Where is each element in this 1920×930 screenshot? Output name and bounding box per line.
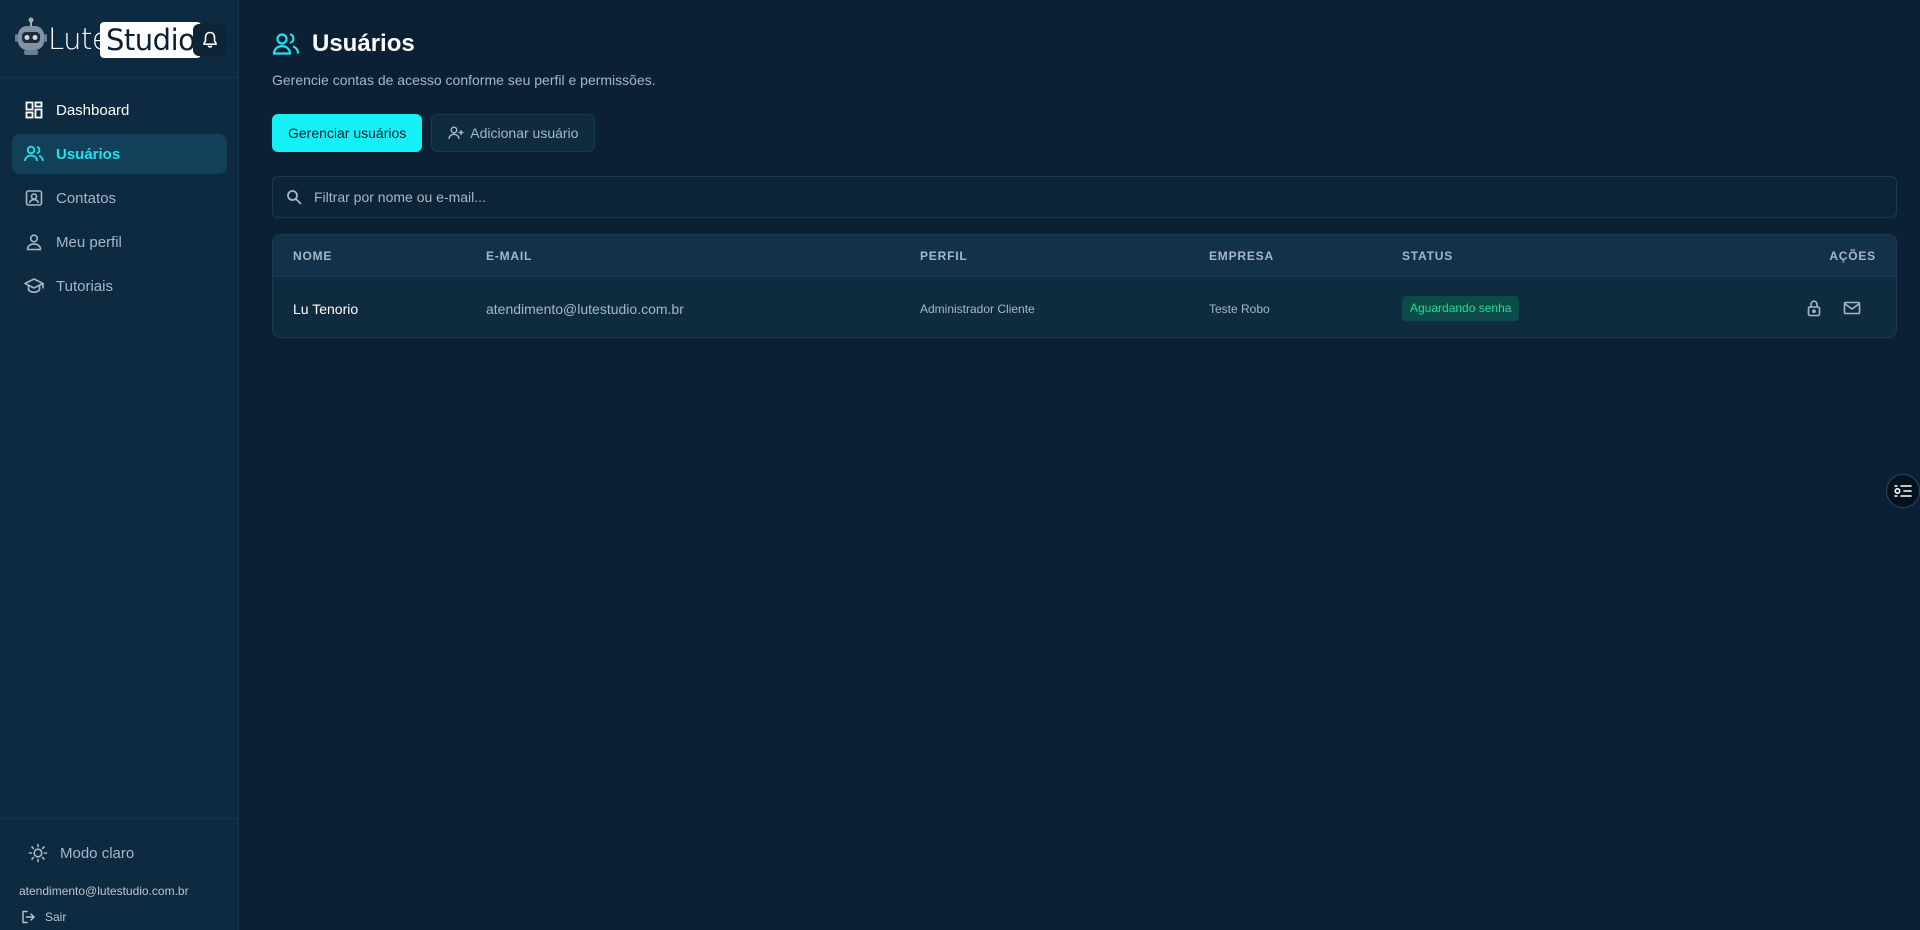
- sidebar-item-profile[interactable]: Meu perfil: [12, 222, 227, 262]
- table-header: NOME E-MAIL PERFIL EMPRESA STATUS AÇÕES: [273, 235, 1896, 277]
- bell-icon: [203, 31, 217, 48]
- logout-label: Sair: [45, 910, 67, 924]
- column-header-company: EMPRESA: [1209, 249, 1274, 263]
- page-title: Usuários: [312, 30, 415, 57]
- column-header-name: NOME: [293, 249, 333, 263]
- light-mode-label: Modo claro: [60, 844, 135, 862]
- tab-manage-users[interactable]: Gerenciar usuários: [272, 114, 423, 152]
- tab-add-user[interactable]: Adicionar usuário: [431, 114, 596, 152]
- sidebar-item-label: Dashboard: [56, 101, 130, 119]
- users-icon: [272, 33, 300, 55]
- search-input[interactable]: [314, 189, 1864, 205]
- floating-accessibility-button[interactable]: [1886, 474, 1920, 508]
- cell-email: atendimento@lutestudio.com.br: [486, 301, 684, 317]
- column-header-actions: AÇÕES: [1829, 249, 1876, 263]
- user-tabs: Gerenciar usuários Adicionar usuário: [272, 114, 596, 152]
- sun-icon: [28, 843, 48, 863]
- page-subtitle: Gerencie contas de acesso conforme seu p…: [272, 72, 656, 88]
- search-bar: [272, 176, 1897, 218]
- sidebar: Lute Studio Dashboard Usuários Contatos: [0, 0, 239, 930]
- contacts-icon: [24, 188, 44, 208]
- page-header: Usuários: [272, 30, 415, 58]
- sidebar-item-label: Contatos: [56, 189, 117, 207]
- sidebar-bottom-divider: [0, 818, 239, 819]
- cell-company: Teste Robo: [1209, 302, 1270, 316]
- table-row[interactable]: Lu Tenorio atendimento@lutestudio.com.br…: [273, 277, 1896, 337]
- search-icon: [287, 190, 302, 205]
- send-email-button[interactable]: [1841, 297, 1863, 319]
- column-header-status: STATUS: [1402, 249, 1454, 263]
- logout-icon: [22, 910, 35, 924]
- dashboard-icon: [24, 100, 44, 120]
- sidebar-item-label: Meu perfil: [56, 233, 122, 251]
- status-badge: Aguardando senha: [1402, 296, 1520, 321]
- logout-link[interactable]: Sair: [21, 910, 66, 924]
- sidebar-item-dashboard[interactable]: Dashboard: [12, 90, 227, 130]
- sidebar-nav: Dashboard Usuários Contatos Meu perfil T…: [12, 90, 227, 310]
- users-table: NOME E-MAIL PERFIL EMPRESA STATUS AÇÕES …: [272, 234, 1897, 338]
- sidebar-item-tutorials[interactable]: Tutoriais: [12, 266, 227, 306]
- cell-profile: Administrador Cliente: [920, 302, 1035, 316]
- add-user-icon: [448, 126, 464, 140]
- column-header-email: E-MAIL: [486, 249, 533, 263]
- column-header-profile: PERFIL: [920, 249, 968, 263]
- brand-name-studio: Studio: [100, 22, 202, 58]
- settings-list-icon: [1894, 485, 1912, 497]
- profile-icon: [24, 232, 44, 252]
- reset-password-button[interactable]: [1803, 297, 1825, 319]
- light-mode-toggle[interactable]: Modo claro: [28, 843, 134, 863]
- robot-logo-icon: [15, 17, 47, 55]
- sidebar-divider: [0, 77, 239, 78]
- sidebar-item-label: Usuários: [56, 145, 121, 163]
- current-user-email: atendimento@lutestudio.com.br: [19, 884, 189, 898]
- cell-name: Lu Tenorio: [293, 301, 359, 317]
- users-icon: [24, 144, 44, 164]
- tab-add-user-label: Adicionar usuário: [470, 125, 579, 141]
- lock-icon: [1807, 300, 1821, 317]
- notifications-button[interactable]: [193, 24, 227, 56]
- sidebar-item-label: Tutoriais: [56, 277, 113, 295]
- sidebar-item-users[interactable]: Usuários: [12, 134, 227, 174]
- graduation-cap-icon: [24, 276, 44, 296]
- sidebar-item-contacts[interactable]: Contatos: [12, 178, 227, 218]
- mail-icon: [1843, 301, 1861, 315]
